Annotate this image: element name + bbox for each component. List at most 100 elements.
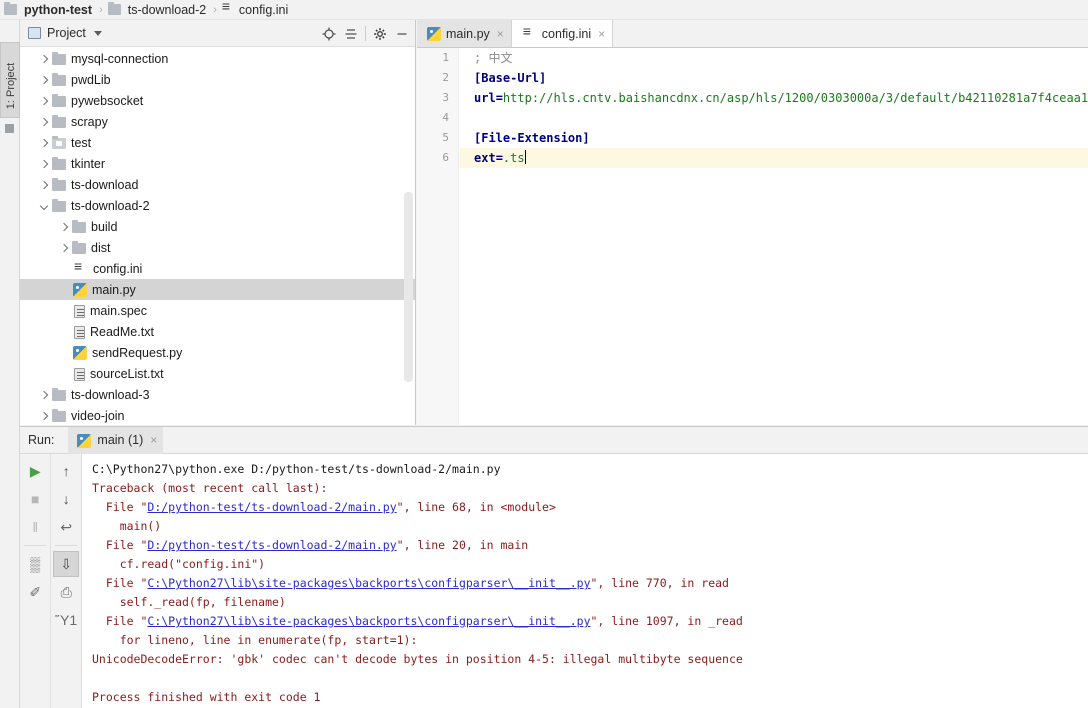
- gear-glyph: [374, 27, 386, 40]
- tree-row[interactable]: dist: [20, 237, 415, 258]
- project-view-selector[interactable]: Project: [20, 26, 102, 40]
- editor-tab[interactable]: main.py ×: [417, 20, 512, 47]
- chevron-right-icon[interactable]: [36, 111, 52, 132]
- gear-icon[interactable]: [369, 23, 391, 45]
- ini-file-icon: [521, 23, 537, 42]
- minimize-icon[interactable]: [391, 23, 413, 45]
- chevron-down-icon[interactable]: [36, 195, 52, 216]
- code-line[interactable]: ext=.ts: [460, 148, 1088, 168]
- tree-row[interactable]: ts-download: [20, 174, 415, 195]
- chevron-right-icon[interactable]: [36, 153, 52, 174]
- chevron-right-icon[interactable]: [36, 132, 52, 153]
- tree-row[interactable]: build: [20, 216, 415, 237]
- editor-tab[interactable]: config.ini ×: [511, 20, 614, 47]
- console-line: C:\Python27\python.exe D:/python-test/ts…: [92, 460, 1088, 479]
- code-line[interactable]: [Base-Url]: [460, 68, 1088, 88]
- code-editor[interactable]: 123456 ; 中文 [Base-Url] url=http://hls.cntv…: [417, 48, 1088, 425]
- tree-row[interactable]: video-join: [20, 405, 415, 425]
- tree-row[interactable]: ts-download-3: [20, 384, 415, 405]
- tree-row-label: main.py: [92, 282, 136, 297]
- code-line[interactable]: [File-Extension]: [460, 128, 1088, 148]
- code-line[interactable]: [460, 108, 1088, 128]
- run-configuration-tab[interactable]: main (1) ×: [68, 426, 164, 454]
- breadcrumb-item-project[interactable]: python-test: [4, 0, 94, 20]
- console-file-link[interactable]: D:/python-test/ts-download-2/main.py: [147, 538, 396, 552]
- collapse-all-icon[interactable]: [340, 23, 362, 45]
- project-panel-header: Project: [20, 20, 415, 47]
- code-line[interactable]: ; 中文: [460, 48, 1088, 68]
- project-tool-window-button[interactable]: 1: Project: [0, 42, 20, 118]
- tree-row[interactable]: config.ini: [20, 258, 415, 279]
- run-icon[interactable]: ▶: [22, 458, 48, 484]
- project-panel: Project mysql-connection pwdLib pywebsoc…: [20, 20, 416, 425]
- project-panel-toolbar: [318, 20, 413, 47]
- project-panel-title: Project: [47, 26, 86, 40]
- folder-icon: [52, 72, 66, 86]
- print-icon[interactable]: ⎙: [53, 579, 79, 605]
- close-icon[interactable]: ×: [598, 28, 605, 40]
- tree-row[interactable]: tkinter: [20, 153, 415, 174]
- scroll-to-end-icon[interactable]: ⇩: [53, 551, 80, 577]
- chevron-right-icon[interactable]: [36, 90, 52, 111]
- chevron-right-icon[interactable]: [36, 174, 52, 195]
- stop-icon[interactable]: ■: [22, 486, 48, 512]
- chevron-right-icon[interactable]: [36, 69, 52, 90]
- toolbar-divider: [365, 26, 366, 41]
- code-lines[interactable]: ; 中文 [Base-Url] url=http://hls.cntv.baisha…: [460, 48, 1088, 168]
- folder-icon: [52, 198, 66, 212]
- ini-comment: ; 中文: [474, 51, 513, 65]
- close-icon[interactable]: ×: [150, 434, 157, 446]
- text-caret: [524, 150, 526, 164]
- tree-row[interactable]: sendRequest.py: [20, 342, 415, 363]
- locate-target-icon[interactable]: [318, 23, 340, 45]
- chevron-right-icon[interactable]: [56, 216, 72, 237]
- up-arrow-icon[interactable]: ↑: [53, 458, 79, 484]
- close-icon[interactable]: ×: [497, 28, 504, 40]
- line-number: 6: [442, 151, 449, 164]
- tree-row[interactable]: ReadMe.txt: [20, 321, 415, 342]
- console-text: self._read(fp, filename): [92, 595, 286, 609]
- console-output[interactable]: C:\Python27\python.exe D:/python-test/ts…: [82, 454, 1088, 708]
- folder-icon: [52, 114, 66, 128]
- tree-row-label: test: [71, 135, 92, 150]
- console-line: File "C:\Python27\lib\site-packages\back…: [92, 574, 1088, 593]
- chevron-right-icon[interactable]: [56, 237, 72, 258]
- chevron-down-icon[interactable]: [93, 30, 102, 36]
- left-tool-strip: 1: Project: [0, 20, 20, 708]
- breadcrumb-item-folder[interactable]: ts-download-2: [107, 0, 209, 20]
- folder-hollow-icon: [52, 135, 66, 149]
- layout-icon[interactable]: ▒: [22, 551, 48, 577]
- line-number: 4: [442, 111, 449, 124]
- down-arrow-icon[interactable]: ↓: [53, 486, 79, 512]
- console-line: UnicodeDecodeError: 'gbk' codec can't de…: [92, 650, 1088, 669]
- tree-row[interactable]: mysql-connection: [20, 48, 415, 69]
- project-tree-scrollbar[interactable]: [404, 192, 413, 382]
- pin-icon[interactable]: ✐: [22, 579, 48, 605]
- structure-tool-window-button[interactable]: [5, 124, 14, 133]
- soft-wrap-icon[interactable]: ↩: [53, 514, 79, 540]
- pause-icon[interactable]: ‖: [22, 514, 48, 540]
- tree-row[interactable]: pywebsocket: [20, 90, 415, 111]
- tree-row[interactable]: main.spec: [20, 300, 415, 321]
- tree-row-label: dist: [91, 240, 111, 255]
- tree-row[interactable]: test: [20, 132, 415, 153]
- ini-value: .ts: [502, 151, 525, 165]
- tree-row[interactable]: sourceList.txt: [20, 363, 415, 384]
- tree-row[interactable]: pwdLib: [20, 69, 415, 90]
- breadcrumb-item-file[interactable]: config.ini: [222, 0, 290, 20]
- console-text: File ": [92, 576, 148, 590]
- tree-row[interactable]: scrapy: [20, 111, 415, 132]
- project-tree[interactable]: mysql-connection pwdLib pywebsocket scrapy t…: [20, 48, 415, 425]
- tree-row[interactable]: main.py: [20, 279, 415, 300]
- chevron-right-icon[interactable]: [36, 48, 52, 69]
- chevron-right-icon[interactable]: [36, 405, 52, 425]
- console-file-link[interactable]: C:\Python27\lib\site-packages\backports\…: [147, 614, 590, 628]
- console-file-link[interactable]: C:\Python27\lib\site-packages\backports\…: [147, 576, 590, 590]
- tree-row[interactable]: ts-download-2: [20, 195, 415, 216]
- chevron-right-icon[interactable]: [36, 384, 52, 405]
- console-file-link[interactable]: D:/python-test/ts-download-2/main.py: [147, 500, 396, 514]
- code-line[interactable]: url=http://hls.cntv.baishancdnx.cn/asp/h…: [460, 88, 1088, 108]
- trash-icon[interactable]: Ὕ1: [53, 607, 79, 633]
